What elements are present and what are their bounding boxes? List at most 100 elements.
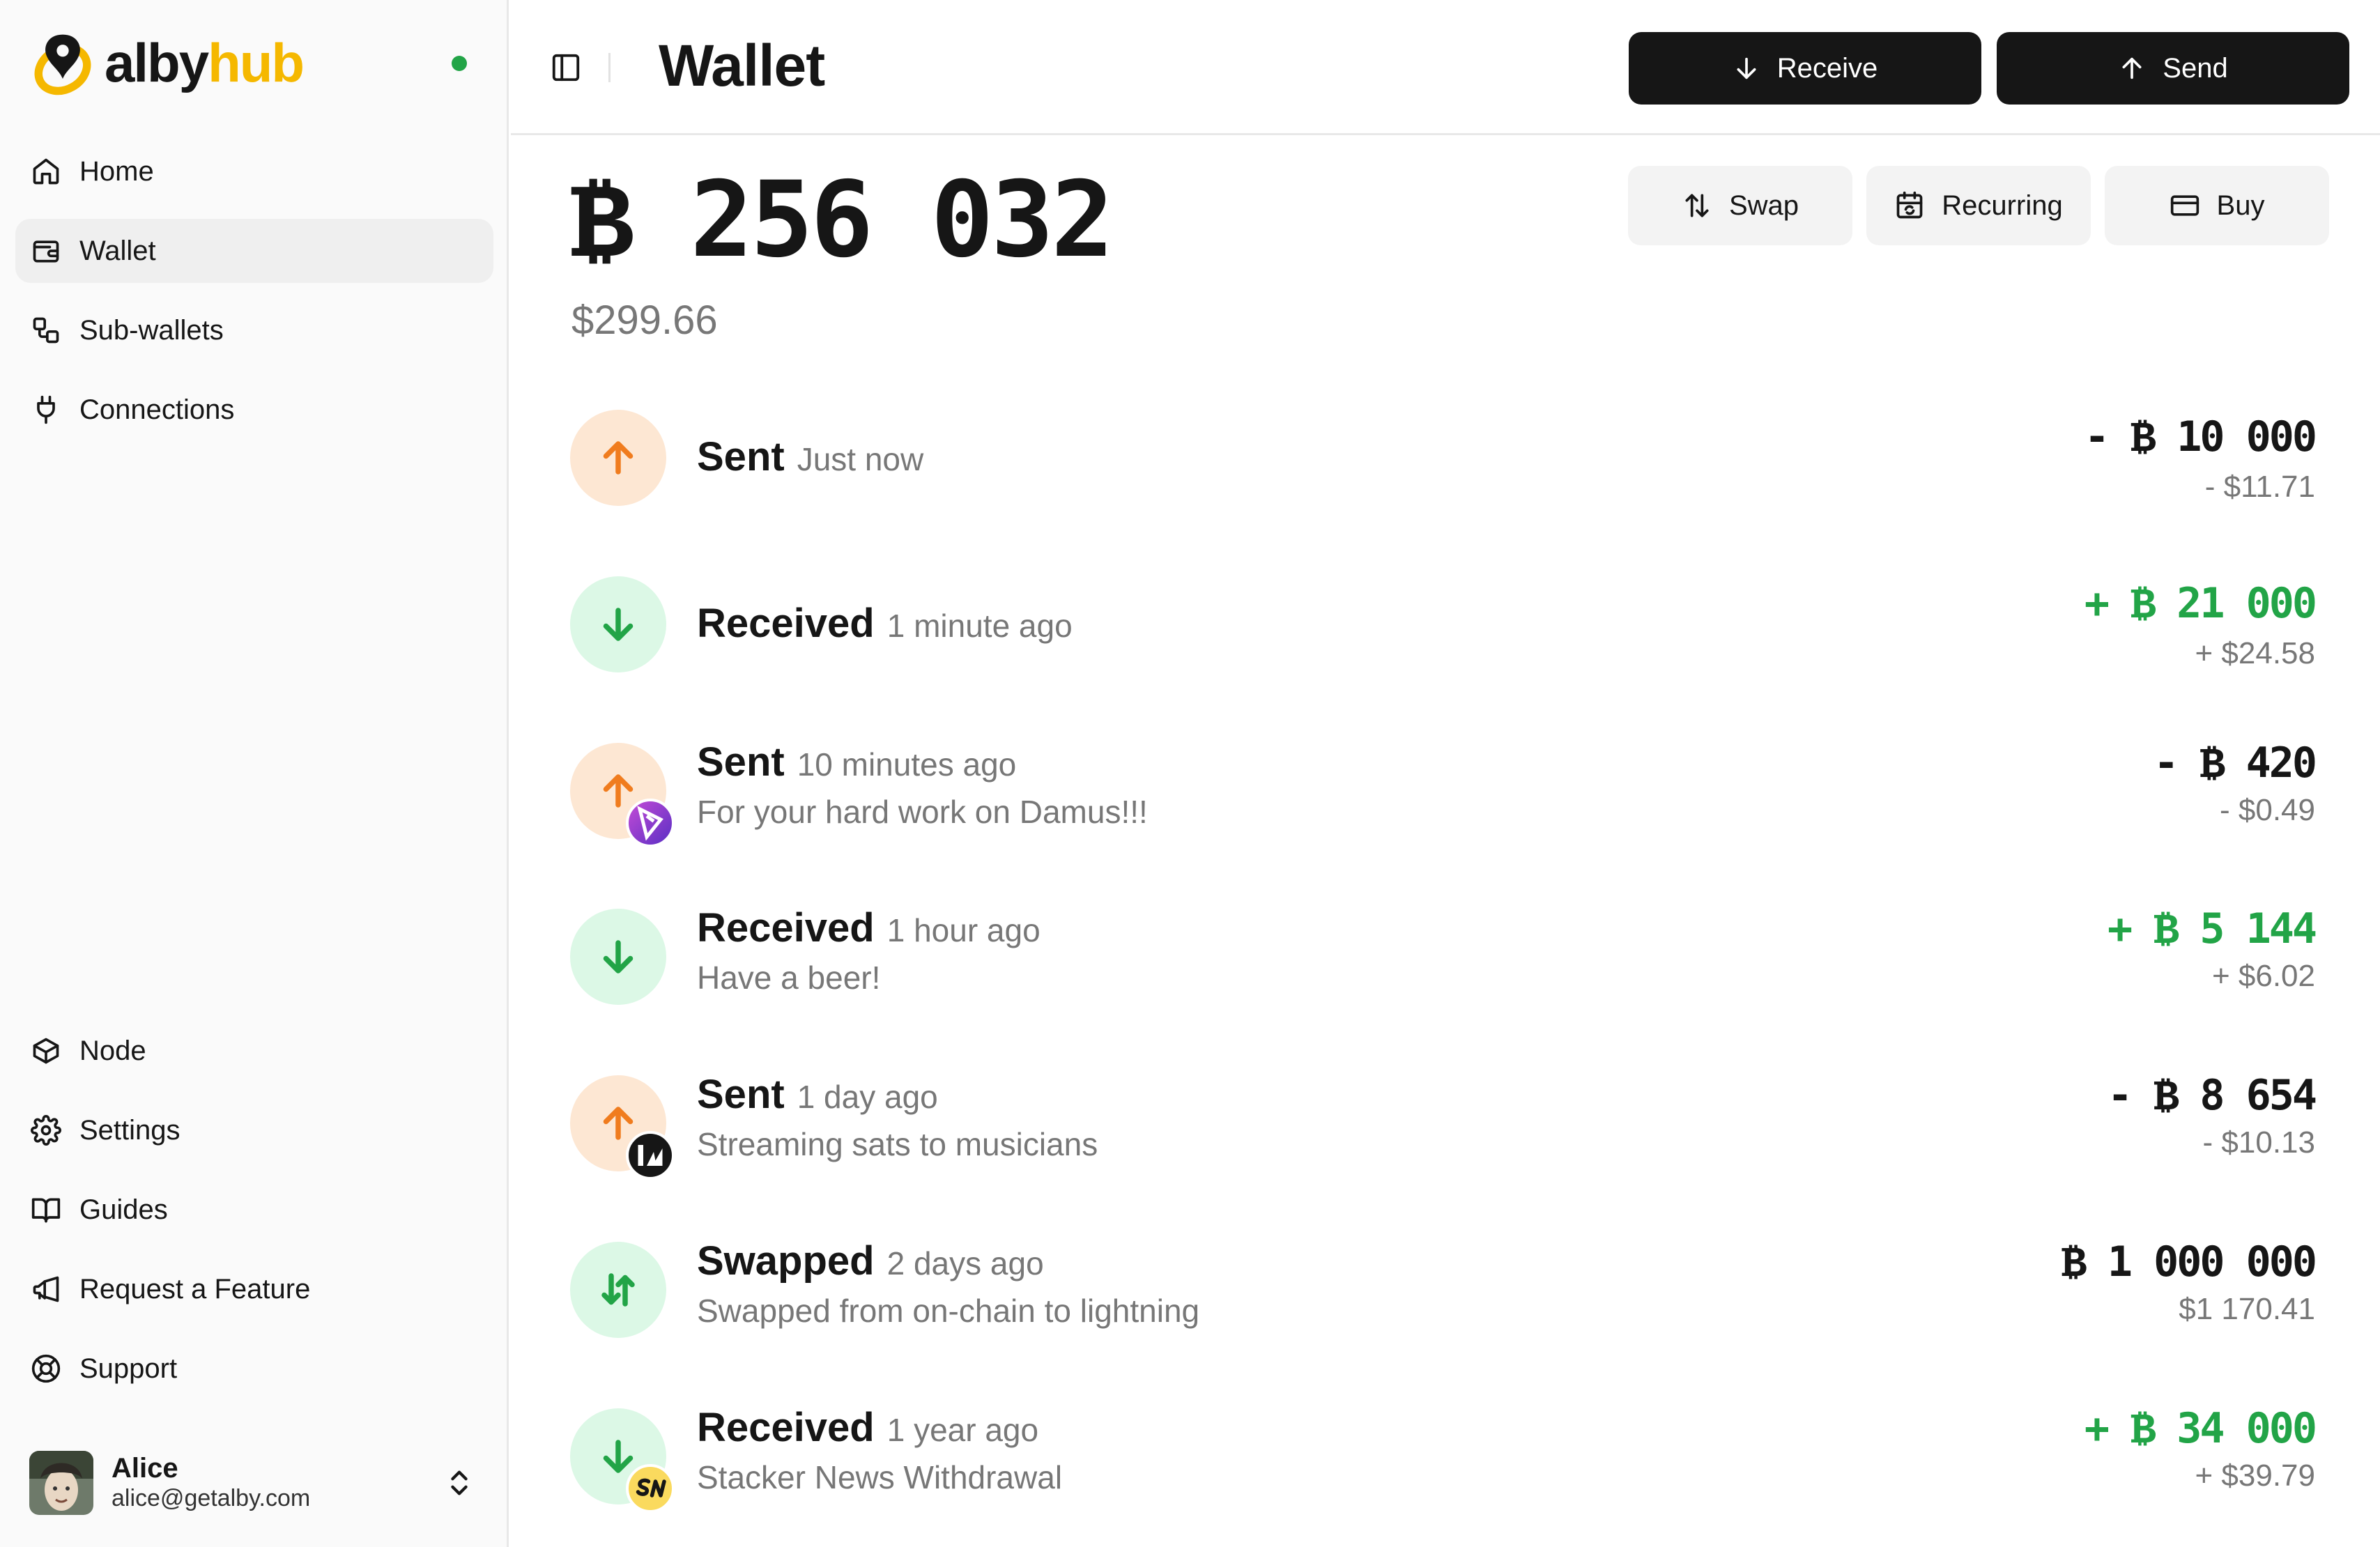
sent-indicator [570, 742, 675, 847]
sidebar-item-home[interactable]: Home [15, 139, 493, 203]
transaction-title: Sent 10 minutes ago [697, 739, 1016, 785]
balance-amount: ₿ 256 032 [570, 160, 1114, 281]
transaction-list: Sent Just now - ₿ 10 000 - $11.71 Receive… [570, 410, 2326, 1547]
user-name: Alice [112, 1452, 178, 1484]
recurring-button[interactable]: Recurring [1866, 166, 2091, 245]
sidebar: albyhub Home Wallet Sub-wallets Connecti… [0, 0, 509, 1547]
book-icon [31, 1198, 61, 1223]
sent-indicator [570, 410, 666, 506]
swap-button-label: Swap [1728, 190, 1799, 221]
transaction-time: Just now [797, 441, 924, 477]
transaction-type: Received [697, 600, 875, 646]
transaction-row[interactable]: Sent Just now - ₿ 10 000 - $11.71 [570, 410, 2326, 576]
transaction-description: Stacker News Withdrawal [697, 1459, 1063, 1495]
arrow-down-icon [1737, 57, 1756, 79]
transaction-row[interactable]: Received 1 year ago Stacker News Withdraw… [570, 1404, 2326, 1547]
node-status-dot [452, 56, 467, 71]
wavlake-icon [626, 1131, 675, 1180]
buy-button[interactable]: Buy [2105, 166, 2329, 245]
home-icon [33, 158, 59, 185]
chevrons-up-down-icon[interactable] [443, 1465, 475, 1501]
transaction-description: Streaming sats to musicians [697, 1126, 1098, 1163]
sidebar-item-label: Sub-wallets [79, 314, 224, 346]
sidebar-item-connections[interactable]: Connections [15, 378, 493, 442]
transaction-type: Sent [697, 1072, 785, 1118]
user-menu[interactable]: Alice alice@getalby.com [29, 1447, 475, 1519]
sidebar-item-request-feature[interactable]: Request a Feature [15, 1257, 493, 1321]
transaction-fiat: $1 170.41 [2179, 1291, 2315, 1326]
arrow-down-icon [603, 608, 634, 641]
transaction-fiat: - $11.71 [2204, 470, 2315, 504]
sidebar-nav-secondary: Node Settings Guides Request a Feature S… [15, 1019, 493, 1416]
transaction-amount: - ₿ 420 [2153, 738, 2317, 787]
plug-icon [37, 395, 55, 424]
sidebar-item-sub-wallets[interactable]: Sub-wallets [15, 298, 493, 362]
alby-logo-icon [34, 34, 91, 95]
transaction-row[interactable]: Swapped 2 days ago Swapped from on-chain … [570, 1238, 2326, 1408]
gear-icon [31, 1115, 61, 1146]
credit-card-icon [2170, 195, 2199, 216]
transaction-title: Sent 1 day ago [697, 1071, 938, 1118]
transaction-fiat: + $39.79 [2195, 1458, 2316, 1493]
albyhub-logo[interactable]: albyhub [29, 28, 305, 98]
transaction-amount: + ₿ 21 000 [2084, 578, 2317, 628]
transaction-amount: - ₿ 8 654 [2108, 1071, 2317, 1121]
transaction-type: Sent [697, 434, 785, 479]
sidebar-item-support[interactable]: Support [15, 1337, 493, 1401]
avatar [29, 1451, 93, 1515]
swapped-indicator [570, 1241, 666, 1338]
sidebar-toggle-icon[interactable] [550, 52, 582, 84]
transaction-amount: + ₿ 5 144 [2108, 905, 2317, 954]
transaction-row[interactable]: Sent 10 minutes ago For your hard work on… [570, 739, 2326, 909]
send-button[interactable]: Send [1997, 32, 2349, 105]
sidebar-item-settings[interactable]: Settings [15, 1098, 493, 1162]
sidebar-item-wallet[interactable]: Wallet [15, 219, 493, 283]
transaction-row[interactable]: Sent 1 day ago Streaming sats to musician… [570, 1071, 2326, 1242]
transaction-type: Swapped [697, 1238, 875, 1284]
transaction-type: Received [697, 905, 875, 951]
sidebar-item-label: Node [79, 1035, 146, 1066]
damus-logo-icon [637, 805, 663, 841]
transaction-description: For your hard work on Damus!!! [697, 793, 1148, 830]
arrow-up-icon [2122, 57, 2142, 79]
transaction-title: Received 1 year ago [697, 1404, 1038, 1451]
transaction-fiat: + $6.02 [2211, 959, 2315, 994]
sub-wallets-icon [33, 317, 59, 344]
stacker-news-logo-icon [636, 1478, 666, 1498]
page-title: Wallet [659, 33, 825, 98]
wavlake-logo-icon [638, 1145, 663, 1167]
receive-button[interactable]: Receive [1629, 32, 1981, 105]
sidebar-item-guides[interactable]: Guides [15, 1178, 493, 1242]
sidebar-item-node[interactable]: Node [15, 1019, 493, 1083]
user-avatar-image [29, 1451, 93, 1515]
transaction-time: 1 day ago [797, 1079, 938, 1116]
transaction-amount: - ₿ 10 000 [2084, 413, 2317, 461]
sidebar-item-label: Settings [79, 1114, 181, 1146]
stacker-news-icon [626, 1463, 675, 1513]
transaction-type: Received [697, 1404, 875, 1450]
transaction-title: Received 1 minute ago [697, 600, 1073, 647]
transaction-title: Swapped 2 days ago [697, 1238, 1044, 1284]
transaction-row[interactable]: Received 1 hour ago Have a beer! + ₿ 5 14… [570, 905, 2326, 1075]
transaction-fiat: - $0.49 [2220, 792, 2315, 827]
sidebar-item-label: Guides [79, 1194, 168, 1225]
received-indicator [570, 1408, 675, 1513]
transaction-time: 2 days ago [886, 1245, 1044, 1282]
megaphone-icon [33, 1276, 59, 1302]
swap-button[interactable]: Swap [1628, 166, 1852, 245]
buy-button-label: Buy [2216, 190, 2265, 221]
transaction-fiat: + $24.58 [2195, 636, 2316, 670]
transaction-time: 1 minute ago [886, 607, 1073, 644]
transaction-amount: ₿ 1 000 000 [2061, 1237, 2317, 1286]
transaction-row[interactable]: Received 1 minute ago + ₿ 21 000 + $24.58 [570, 576, 2326, 743]
wallet-icon [33, 240, 59, 263]
send-button-label: Send [2163, 52, 2228, 84]
transaction-fiat: - $10.13 [2202, 1125, 2315, 1160]
arrow-down-icon [603, 940, 634, 974]
top-bar: Wallet Receive Send [511, 0, 2380, 135]
transaction-amount: + ₿ 34 000 [2084, 1403, 2317, 1453]
calendar-sync-icon [1896, 191, 1923, 219]
sidebar-nav-main: Home Wallet Sub-wallets Connections [15, 139, 493, 457]
sidebar-item-label: Support [79, 1353, 178, 1384]
swap-arrows-icon [1685, 194, 1709, 217]
